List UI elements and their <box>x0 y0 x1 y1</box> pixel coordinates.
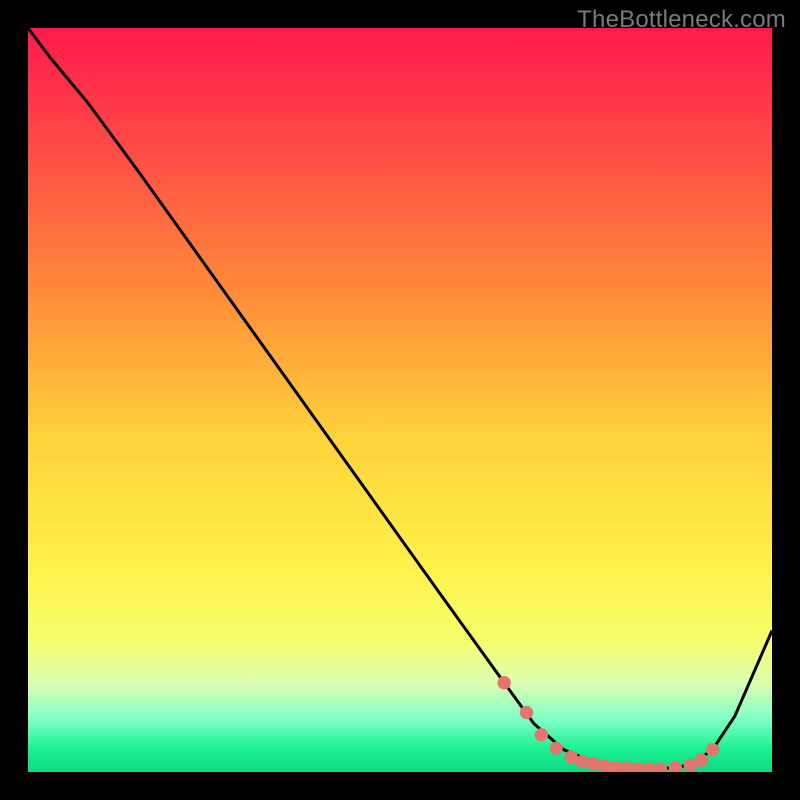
chart-stage: TheBottleneck.com <box>0 0 800 800</box>
chart-svg <box>28 28 772 772</box>
marker-dot <box>576 755 589 768</box>
marker-dot <box>535 728 548 741</box>
marker-dot <box>550 741 563 754</box>
marker-dot <box>587 757 600 770</box>
marker-dot <box>520 706 533 719</box>
marker-dot <box>706 743 719 756</box>
marker-dot <box>695 753 708 766</box>
plot-area <box>28 28 772 772</box>
marker-dot <box>497 676 510 689</box>
gradient-background <box>28 28 772 772</box>
